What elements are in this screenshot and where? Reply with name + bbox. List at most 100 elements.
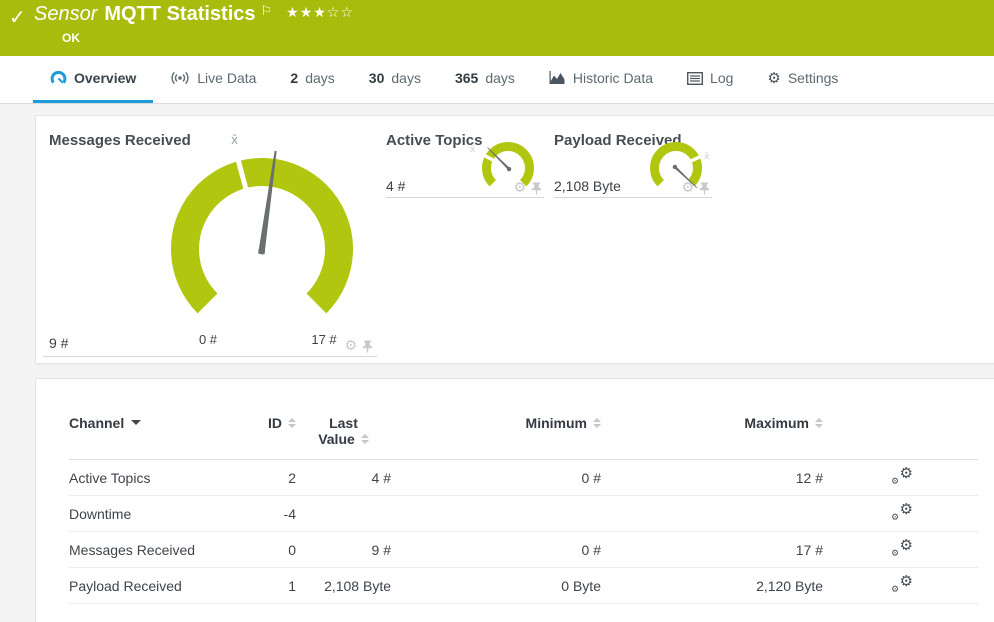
tab-30-days-number: 30 <box>368 70 385 86</box>
table-row: Payload Received 1 2,108 Byte 0 Byte 2,1… <box>69 567 978 604</box>
tab-2-days[interactable]: 2 days <box>273 56 351 103</box>
sensor-type-label: Sensor <box>34 3 98 25</box>
gauge-tile-payload-received: Payload Received x̄ 2,108 Byte ⚙ <box>554 128 712 198</box>
channel-minimum <box>391 495 601 532</box>
column-header-channel[interactable]: Channel <box>69 415 236 460</box>
column-label: Value <box>318 431 355 447</box>
tab-historic-data[interactable]: Historic Data <box>532 56 670 103</box>
channel-maximum: 2,120 Byte <box>601 567 823 604</box>
tab-2-days-label: days <box>305 70 335 86</box>
table-header-row: Channel ID Last Value Minimum Maximum <box>69 415 978 460</box>
sensor-name: MQTT Statistics <box>104 3 256 25</box>
area-chart-icon <box>549 71 565 84</box>
gauge-icon <box>50 70 67 84</box>
column-header-last-value[interactable]: Last Value <box>296 415 391 460</box>
tab-live-data[interactable]: Live Data <box>153 56 273 103</box>
stars-empty[interactable]: ☆☆ <box>327 5 354 21</box>
table-row: Active Topics 2 4 # 0 # 12 # ⚙ ⚙ <box>69 459 978 496</box>
gauge-tile-actions: ⚙ <box>344 339 373 353</box>
channel-settings-icon[interactable]: ⚙ <box>681 181 694 195</box>
gauge-tile-actions: ⚙ <box>681 181 710 195</box>
gauge-arc <box>650 142 702 187</box>
channel-name: Messages Received <box>69 531 236 568</box>
column-label: ID <box>268 415 282 431</box>
status-header: ✓ Sensor MQTT Statistics ⚐ ★★★☆☆ OK <box>0 0 994 56</box>
broadcast-icon <box>171 71 189 85</box>
channel-name: Active Topics <box>69 459 236 496</box>
channel-id: 0 <box>236 531 296 568</box>
column-label: Maximum <box>744 415 809 431</box>
settings-gear-icon: ⚙ <box>767 69 781 87</box>
gauges-card: Messages Received x̄ 0 # 17 # 9 # ⚙ Acti… <box>35 115 994 364</box>
tab-log[interactable]: Log <box>670 56 750 103</box>
column-label: Minimum <box>525 415 587 431</box>
column-header-maximum[interactable]: Maximum <box>601 415 823 460</box>
channel-settings-icon[interactable]: ⚙ <box>513 181 526 195</box>
flag-icon[interactable]: ⚐ <box>261 4 273 19</box>
channels-table: Channel ID Last Value Minimum Maximum Ac… <box>69 415 978 604</box>
channel-last-value: 9 # <box>296 531 391 568</box>
tab-30-days-label: days <box>391 70 421 86</box>
ok-check-icon: ✓ <box>9 5 26 29</box>
channel-id: 2 <box>236 459 296 496</box>
channel-maximum: 17 # <box>601 531 823 568</box>
table-row: Downtime -4 ⚙ ⚙ <box>69 495 978 532</box>
gauge-max-label: 17 # <box>311 332 337 347</box>
priority-stars[interactable]: ★★★☆☆ <box>286 5 354 21</box>
channel-last-value: 4 # <box>296 459 391 496</box>
channel-last-value: 2,108 Byte <box>296 567 391 604</box>
channel-last-value <box>296 495 391 532</box>
sort-icon <box>288 418 296 429</box>
stars-filled[interactable]: ★★★ <box>286 5 327 21</box>
channel-minimum: 0 Byte <box>391 567 601 604</box>
tab-365-days-number: 365 <box>454 70 479 86</box>
channel-settings-icon[interactable]: ⚙ <box>344 339 357 353</box>
sort-icon <box>360 434 369 445</box>
tab-settings[interactable]: ⚙ Settings <box>750 56 855 103</box>
sort-icon <box>593 418 601 429</box>
sort-icon <box>815 418 823 429</box>
tab-30-days[interactable]: 30 days <box>352 56 438 103</box>
gauge-current-value: 9 # <box>49 335 69 351</box>
status-badge: OK <box>62 31 80 45</box>
channel-maximum: 12 # <box>601 459 823 496</box>
messages-received-gauge <box>171 150 353 314</box>
column-label: Last <box>329 415 358 431</box>
tab-365-days[interactable]: 365 days <box>438 56 532 103</box>
page-content: Messages Received x̄ 0 # 17 # 9 # ⚙ Acti… <box>0 104 994 622</box>
tab-bar: Overview Live Data 2 days 30 days 365 da… <box>0 56 994 104</box>
column-header-minimum[interactable]: Minimum <box>391 415 601 460</box>
log-list-icon <box>687 71 704 85</box>
gauge-current-value: 2,108 Byte <box>554 178 621 194</box>
pin-icon[interactable] <box>362 340 373 353</box>
gauge-current-value: 4 # <box>386 178 406 194</box>
channel-minimum: 0 # <box>391 531 601 568</box>
channel-settings-icon[interactable]: ⚙ ⚙ <box>891 500 913 523</box>
gauge-title: Active Topics <box>386 132 483 149</box>
channel-name: Downtime <box>69 495 236 532</box>
sort-desc-icon <box>131 420 142 426</box>
sensor-page: ✓ Sensor MQTT Statistics ⚐ ★★★☆☆ OK Over… <box>0 0 994 622</box>
channel-settings-icon[interactable]: ⚙ ⚙ <box>891 536 913 559</box>
channel-settings-icon[interactable]: ⚙ ⚙ <box>891 572 913 595</box>
tab-settings-label: Settings <box>787 70 839 86</box>
tab-365-days-label: days <box>485 70 515 86</box>
channels-table-card: Channel ID Last Value Minimum Maximum Ac… <box>35 378 994 622</box>
tab-2-days-number: 2 <box>290 70 299 86</box>
tab-overview[interactable]: Overview <box>33 56 154 103</box>
tab-live-data-label: Live Data <box>197 70 257 86</box>
channel-settings-icon[interactable]: ⚙ ⚙ <box>891 464 913 487</box>
gauge-tile-messages-received: Messages Received x̄ 0 # 17 # 9 # ⚙ <box>43 128 377 357</box>
column-label: Channel <box>69 415 125 431</box>
table-row: Messages Received 0 9 # 0 # 17 # ⚙ ⚙ <box>69 531 978 568</box>
gauge-tile-actions: ⚙ <box>513 181 542 195</box>
gauge-arc <box>482 142 534 187</box>
gauge-tile-active-topics: Active Topics x̄ 4 # ⚙ <box>386 128 544 198</box>
pin-icon[interactable] <box>699 182 710 195</box>
channel-id: 1 <box>236 567 296 604</box>
pin-icon[interactable] <box>531 182 542 195</box>
channel-id: -4 <box>236 495 296 532</box>
column-header-id[interactable]: ID <box>236 415 296 460</box>
tab-log-label: Log <box>710 70 734 86</box>
channel-maximum <box>601 495 823 532</box>
